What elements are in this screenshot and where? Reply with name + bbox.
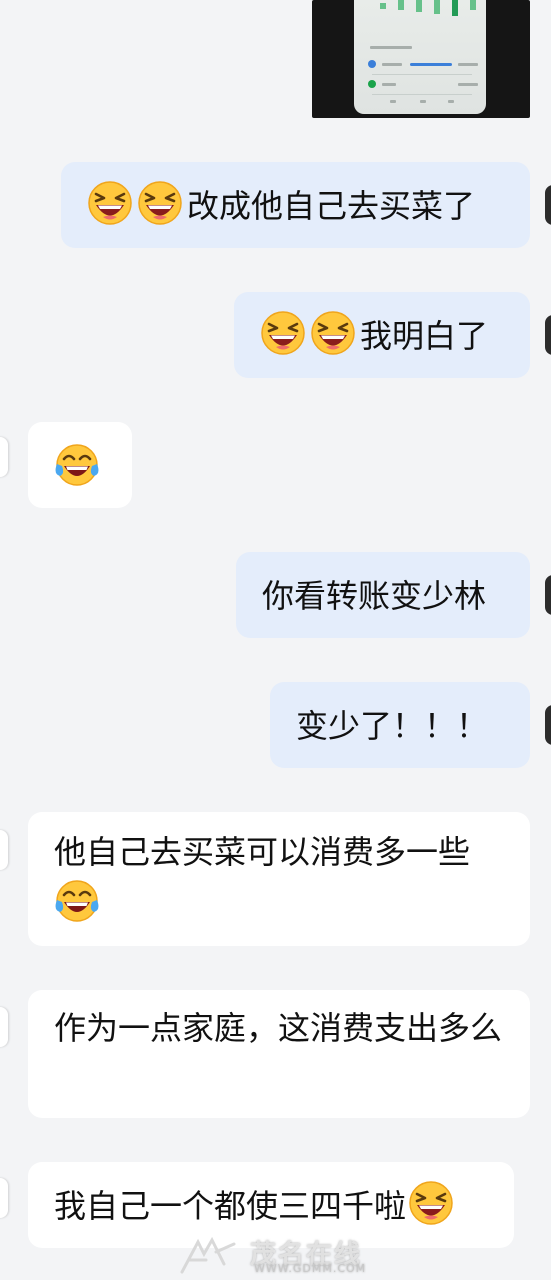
grinning-squint-face-icon: [87, 180, 133, 226]
contact-avatar[interactable]: [0, 830, 8, 870]
message-bubble-outgoing[interactable]: 变少了！！！: [270, 682, 530, 768]
message-bubble-incoming[interactable]: 作为一点家庭，这消费支出多么: [28, 990, 530, 1118]
message-text: 作为一点家庭，这消费支出多么: [54, 1009, 503, 1047]
message-bubble-outgoing[interactable]: 我明白了: [234, 292, 530, 378]
message-text: 我明白了: [360, 317, 489, 355]
grinning-squint-face-icon: [137, 180, 183, 226]
message-bubble-incoming[interactable]: [28, 422, 132, 508]
message-bubble-incoming[interactable]: 他自己去买菜可以消费多一些: [28, 812, 530, 946]
watermark: 茂名在线 WWW.GDMM.COM: [176, 1234, 386, 1280]
contact-avatar[interactable]: [0, 1007, 8, 1047]
tears-of-joy-face-icon: [54, 878, 100, 924]
grinning-squint-face-icon: [310, 310, 356, 356]
message-text: 我自己一个都使三四千啦: [54, 1187, 407, 1225]
contact-avatar[interactable]: [0, 1178, 8, 1218]
contact-avatar[interactable]: [0, 437, 8, 477]
message-text: 他自己去买菜可以消费多一些: [54, 833, 471, 871]
sender-avatar[interactable]: [545, 575, 551, 615]
message-text: 改成他自己去买菜了: [187, 187, 476, 225]
chat-screen: 改成他自己去买菜了 我明白了 你看转账变少林 变少了！！！ 他自己去买菜可以消费…: [0, 0, 551, 1280]
watermark-url: WWW.GDMM.COM: [254, 1262, 367, 1275]
sender-avatar[interactable]: [545, 705, 551, 745]
message-bubble-outgoing[interactable]: 改成他自己去买菜了: [61, 162, 530, 248]
tears-of-joy-face-icon: [54, 442, 100, 488]
message-text: 变少了！！！: [296, 707, 489, 745]
message-text: 你看转账变少林: [262, 577, 487, 615]
phone-screenshot-thumbnail: [354, 0, 486, 114]
sender-avatar[interactable]: [545, 315, 551, 355]
sender-avatar[interactable]: [545, 185, 551, 225]
grinning-squint-face-icon: [260, 310, 306, 356]
message-bubble-outgoing[interactable]: 你看转账变少林: [236, 552, 530, 638]
grinning-squint-face-icon: [408, 1180, 454, 1226]
shared-image-message[interactable]: [312, 0, 530, 118]
watermark-logo-icon: [180, 1236, 236, 1274]
